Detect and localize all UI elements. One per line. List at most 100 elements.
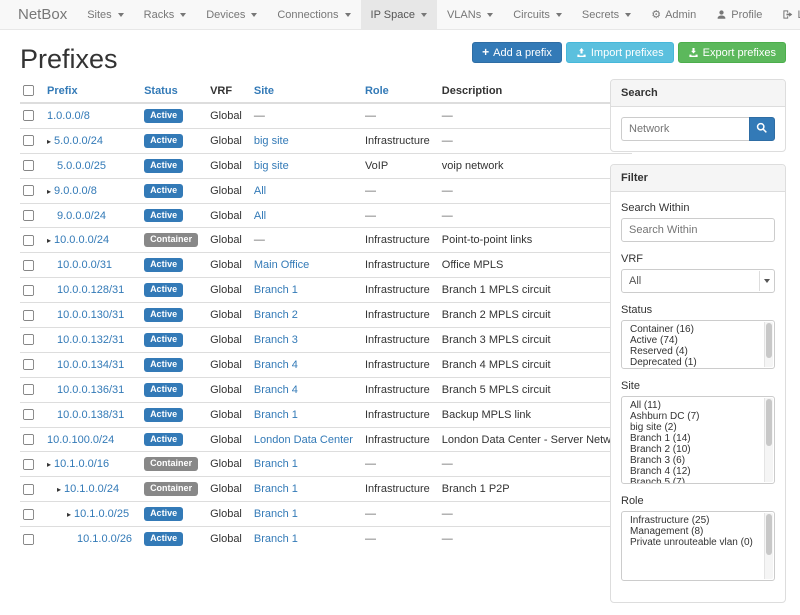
site-link[interactable]: Branch 1 (254, 508, 298, 520)
option-container-16[interactable]: Container (16) (622, 324, 774, 335)
sort-link-role[interactable]: Role (365, 85, 389, 97)
site-listbox[interactable]: All (11)Ashburn DC (7)big site (2)Branch… (621, 396, 775, 484)
site-link[interactable]: Branch 1 (254, 284, 298, 296)
site-link[interactable]: Branch 3 (254, 334, 298, 346)
site-link[interactable]: Branch 1 (254, 533, 298, 545)
row-checkbox[interactable] (23, 310, 34, 321)
prefix-link[interactable]: 10.0.0.0/24 (54, 234, 109, 246)
site-link[interactable]: Main Office (254, 259, 309, 271)
option-ashburn-dc-7[interactable]: Ashburn DC (7) (622, 411, 774, 422)
search-input[interactable] (621, 117, 749, 141)
option-big-site-2[interactable]: big site (2) (622, 422, 774, 433)
prefix-link[interactable]: 1.0.0.0/8 (47, 110, 90, 122)
add-a-prefix-button[interactable]: +Add a prefix (472, 42, 562, 63)
role-scrollbar[interactable] (764, 513, 773, 579)
row-checkbox[interactable] (23, 110, 34, 121)
prefix-link[interactable]: 10.0.0.134/31 (57, 359, 124, 371)
sort-link-site[interactable]: Site (254, 85, 274, 97)
option-branch-2-10[interactable]: Branch 2 (10) (622, 444, 774, 455)
option-all-11[interactable]: All (11) (622, 400, 774, 411)
empty-role: — (365, 210, 376, 222)
site-link[interactable]: Branch 4 (254, 384, 298, 396)
row-checkbox[interactable] (23, 534, 34, 545)
nav-item-admin[interactable]: ⚙Admin (641, 0, 706, 29)
status-scrollbar[interactable] (764, 322, 773, 367)
row-checkbox[interactable] (23, 384, 34, 395)
empty-description: — (442, 508, 453, 520)
row-checkbox[interactable] (23, 185, 34, 196)
option-branch-4-12[interactable]: Branch 4 (12) (622, 466, 774, 477)
site-link[interactable]: Branch 2 (254, 309, 298, 321)
prefix-link[interactable]: 10.1.0.0/25 (74, 508, 129, 520)
prefix-link[interactable]: 10.1.0.0/24 (64, 483, 119, 495)
option-active-74[interactable]: Active (74) (622, 335, 774, 346)
option-management-8[interactable]: Management (8) (622, 526, 774, 537)
option-branch-5-7[interactable]: Branch 5 (7) (622, 477, 774, 484)
row-checkbox[interactable] (23, 509, 34, 520)
prefix-link[interactable]: 10.1.0.0/16 (54, 458, 109, 470)
row-checkbox[interactable] (23, 459, 34, 470)
site-link[interactable]: London Data Center (254, 434, 353, 446)
prefix-link[interactable]: 10.0.0.0/31 (57, 259, 112, 271)
role-listbox[interactable]: Infrastructure (25)Management (8)Private… (621, 511, 775, 581)
prefix-link[interactable]: 10.0.0.128/31 (57, 284, 124, 296)
select-all-checkbox[interactable] (23, 85, 34, 96)
row-checkbox[interactable] (23, 409, 34, 420)
export-prefixes-button[interactable]: Export prefixes (678, 42, 786, 63)
site-link[interactable]: Branch 4 (254, 359, 298, 371)
row-checkbox[interactable] (23, 484, 34, 495)
brand-netbox[interactable]: NetBox (8, 0, 77, 29)
row-checkbox[interactable] (23, 434, 34, 445)
prefix-link[interactable]: 10.0.0.130/31 (57, 309, 124, 321)
vrf-select[interactable]: All (621, 269, 775, 293)
row-checkbox[interactable] (23, 160, 34, 171)
status-listbox[interactable]: Container (16)Active (74)Reserved (4)Dep… (621, 320, 775, 369)
option-private-unrouteable-vlan-0[interactable]: Private unrouteable vlan (0) (622, 537, 774, 548)
row-checkbox[interactable] (23, 235, 34, 246)
site-link[interactable]: Branch 1 (254, 409, 298, 421)
site-link[interactable]: All (254, 210, 266, 222)
option-deprecated-1[interactable]: Deprecated (1) (622, 357, 774, 368)
import-prefixes-button[interactable]: Import prefixes (566, 42, 674, 63)
site-link[interactable]: big site (254, 135, 289, 147)
row-checkbox[interactable] (23, 334, 34, 345)
prefix-link[interactable]: 9.0.0.0/8 (54, 185, 97, 197)
site-link[interactable]: big site (254, 160, 289, 172)
nav-item-racks[interactable]: Racks (134, 0, 197, 29)
prefix-link[interactable]: 5.0.0.0/24 (54, 135, 103, 147)
row-checkbox[interactable] (23, 285, 34, 296)
prefix-link[interactable]: 10.0.100.0/24 (47, 434, 114, 446)
nav-item-log-out[interactable]: Log out (772, 0, 800, 29)
option-infrastructure-25[interactable]: Infrastructure (25) (622, 515, 774, 526)
site-scrollbar[interactable] (764, 398, 773, 482)
nav-item-vlans[interactable]: VLANs (437, 0, 503, 29)
prefix-link[interactable]: 9.0.0.0/24 (57, 210, 106, 222)
prefix-link[interactable]: 10.1.0.0/26 (77, 533, 132, 545)
row-checkbox[interactable] (23, 260, 34, 271)
prefix-link[interactable]: 5.0.0.0/25 (57, 160, 106, 172)
row-checkbox[interactable] (23, 135, 34, 146)
site-link[interactable]: All (254, 185, 266, 197)
prefix-link[interactable]: 10.0.0.132/31 (57, 334, 124, 346)
prefix-link[interactable]: 10.0.0.138/31 (57, 409, 124, 421)
nav-item-sites[interactable]: Sites (77, 0, 133, 29)
nav-item-secrets[interactable]: Secrets (572, 0, 641, 29)
search-button[interactable] (749, 117, 775, 141)
nav-item-devices[interactable]: Devices (196, 0, 267, 29)
sort-link-prefix[interactable]: Prefix (47, 85, 78, 97)
nav-item-connections[interactable]: Connections (267, 0, 360, 29)
nav-item-circuits[interactable]: Circuits (503, 0, 572, 29)
site-link[interactable]: Branch 1 (254, 483, 298, 495)
prefix-link[interactable]: 10.0.0.136/31 (57, 384, 124, 396)
nav-item-profile[interactable]: Profile (706, 0, 772, 29)
row-checkbox[interactable] (23, 359, 34, 370)
search-panel-title: Search (611, 80, 785, 107)
option-branch-3-6[interactable]: Branch 3 (6) (622, 455, 774, 466)
row-checkbox[interactable] (23, 210, 34, 221)
sort-link-status[interactable]: Status (144, 85, 178, 97)
search-within-input[interactable] (621, 218, 775, 242)
option-branch-1-14[interactable]: Branch 1 (14) (622, 433, 774, 444)
option-reserved-4[interactable]: Reserved (4) (622, 346, 774, 357)
site-link[interactable]: Branch 1 (254, 458, 298, 470)
nav-item-ip-space[interactable]: IP Space (361, 0, 437, 29)
